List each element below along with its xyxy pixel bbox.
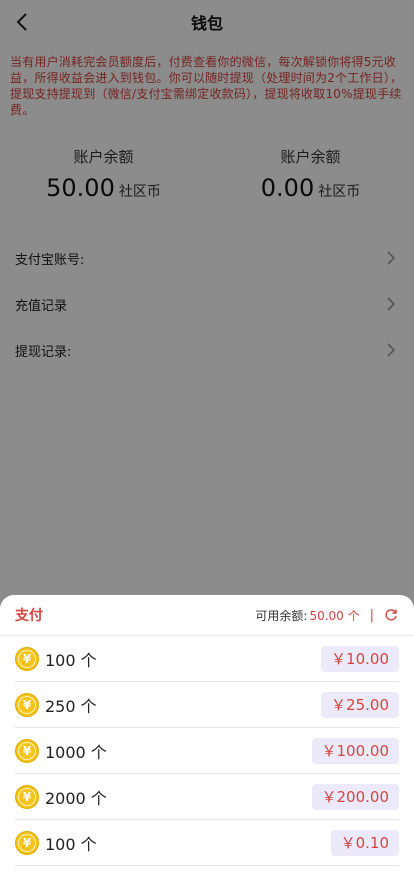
available-label: 可用余额:	[255, 608, 308, 623]
separator: |	[369, 607, 374, 623]
package-price: ￥200.00	[311, 783, 399, 810]
coin-icon: ¥	[15, 738, 39, 763]
payment-title: 支付	[15, 608, 43, 624]
available-value: 50.00 个	[309, 608, 360, 623]
package-quantity: 250 个	[45, 696, 97, 716]
package-price: ￥0.10	[330, 829, 399, 856]
available-balance: 可用余额: 50.00 个 |	[255, 607, 398, 624]
package-quantity: 1000 个	[45, 742, 107, 762]
package-quantity: 2000 个	[45, 788, 107, 808]
package-option[interactable]: ¥ 1000 个 ￥100.00	[15, 728, 399, 774]
package-price: ￥25.00	[321, 691, 399, 718]
package-price: ￥10.00	[321, 645, 399, 672]
package-quantity: 100 个	[45, 650, 97, 670]
package-price: ￥100.00	[311, 737, 399, 764]
payment-sheet: 支付 可用余额: 50.00 个 | ¥ 100 个 ￥10.00 ¥ 250 …	[0, 595, 414, 896]
package-option[interactable]: ¥ 250 个 ￥25.00	[15, 682, 399, 728]
payment-sheet-header: 支付 可用余额: 50.00 个 |	[0, 595, 414, 636]
refresh-icon[interactable]	[384, 608, 398, 622]
package-option[interactable]: ¥ 2000 个 ￥200.00	[15, 774, 399, 820]
package-quantity: 100 个	[45, 834, 97, 854]
package-option[interactable]: ¥ 100 个 ￥10.00	[15, 636, 399, 682]
package-option[interactable]: ¥ 100 个 ￥0.10	[15, 820, 399, 866]
coin-icon: ¥	[15, 784, 39, 809]
coin-icon: ¥	[15, 830, 39, 855]
coin-icon: ¥	[15, 646, 39, 671]
package-list: ¥ 100 个 ￥10.00 ¥ 250 个 ￥25.00 ¥ 1000 个 ￥…	[15, 636, 399, 866]
coin-icon: ¥	[15, 692, 39, 717]
